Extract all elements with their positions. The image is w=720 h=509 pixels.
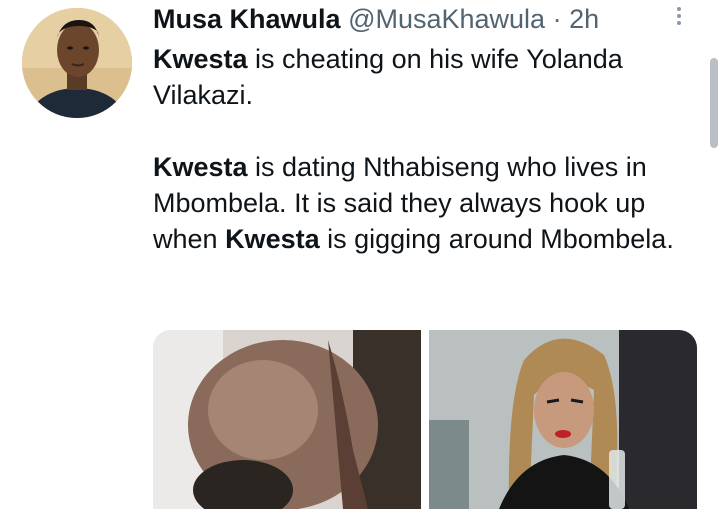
scrollbar[interactable] — [710, 58, 718, 148]
author-handle[interactable]: @MusaKhawula — [348, 4, 545, 34]
avatar[interactable] — [22, 8, 132, 118]
media-photo-2[interactable] — [429, 330, 697, 509]
tweet-paragraph-2: Kwesta is dating Nthabiseng who lives in… — [153, 152, 674, 254]
tweet-text: Kwesta is cheating on his wife Yolanda Vi… — [153, 41, 693, 257]
tweet-time[interactable]: 2h — [569, 4, 599, 34]
mention-kwesta: Kwesta — [225, 224, 320, 254]
header-separator: · — [552, 4, 562, 34]
more-button[interactable] — [672, 4, 686, 34]
author-name[interactable]: Musa Khawula — [153, 4, 341, 34]
more-vertical-icon — [672, 7, 686, 25]
mention-kwesta: Kwesta — [153, 152, 248, 182]
photo-1-image — [153, 330, 421, 509]
avatar-image — [22, 8, 132, 118]
tweet-media — [153, 330, 697, 509]
tweet-paragraph-1: Kwesta is cheating on his wife Yolanda Vi… — [153, 44, 623, 110]
tweet-header: Musa Khawula @MusaKhawula · 2h — [153, 2, 599, 36]
photo-2-image — [429, 330, 697, 509]
media-photo-1[interactable] — [153, 330, 421, 509]
mention-kwesta: Kwesta — [153, 44, 248, 74]
